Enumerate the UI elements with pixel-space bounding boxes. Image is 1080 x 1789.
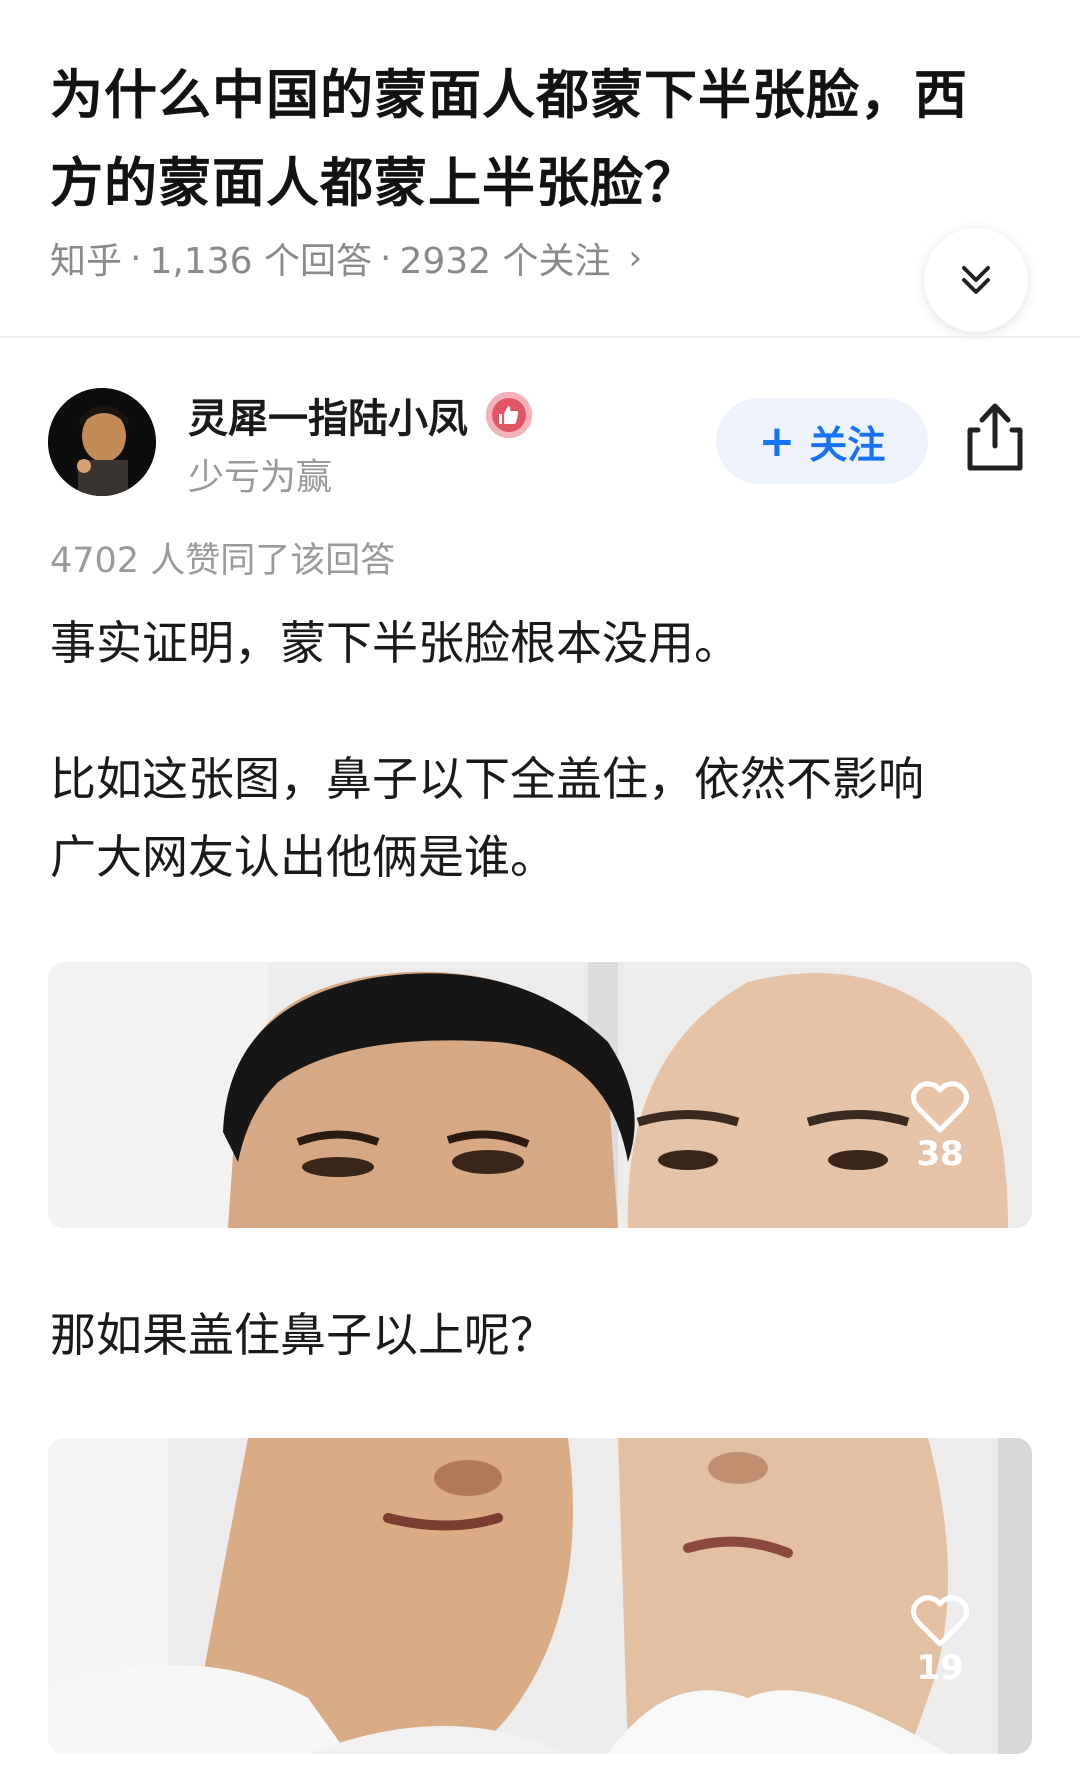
image-like[interactable]: 38 bbox=[910, 1080, 970, 1174]
follow-button[interactable]: + 关注 bbox=[716, 398, 928, 484]
double-chevron-down-icon bbox=[962, 266, 990, 294]
answer-paragraph: 比如这张图，鼻子以下全盖住，依然不影响 广大网友认出他俩是谁。 bbox=[50, 740, 1030, 896]
photo-two-men-lower-faces bbox=[48, 1438, 1032, 1754]
question-title: 为什么中国的蒙面人都蒙下半张脸，西 方的蒙面人都蒙上半张脸？ bbox=[50, 52, 1030, 228]
answer-count: 1,136 个回答 bbox=[149, 241, 372, 282]
image-like-count: 38 bbox=[916, 1134, 964, 1174]
follow-label: 关注 bbox=[809, 422, 886, 467]
author-bio: 少亏为赢 bbox=[188, 457, 333, 498]
author-name[interactable]: 灵犀一指陆小凤 bbox=[188, 386, 532, 444]
question-title-line2: 方的蒙面人都蒙上半张脸？ bbox=[50, 153, 698, 214]
answer-image-upper-faces[interactable]: 38 bbox=[48, 962, 1032, 1228]
avatar[interactable] bbox=[48, 388, 156, 496]
answer-paragraph: 事实证明，蒙下半张脸根本没用。 bbox=[50, 616, 740, 670]
answer-image-lower-faces[interactable]: 19 bbox=[48, 1438, 1032, 1754]
share-button[interactable] bbox=[964, 400, 1026, 474]
heart-icon bbox=[910, 1081, 970, 1133]
source-label: 知乎 bbox=[50, 241, 123, 282]
share-icon bbox=[967, 403, 1023, 471]
heart-icon bbox=[910, 1595, 970, 1647]
divider bbox=[0, 336, 1080, 338]
thumbs-up-badge-icon bbox=[486, 392, 532, 438]
avatar-image bbox=[48, 388, 156, 496]
photo-two-men-upper-faces bbox=[48, 962, 1032, 1228]
follower-count: 2932 个关注 bbox=[399, 241, 611, 282]
meta-separator: · bbox=[379, 237, 392, 279]
collapse-button[interactable] bbox=[924, 228, 1028, 332]
chevron-right-icon: › bbox=[628, 238, 643, 278]
image-like-count: 19 bbox=[916, 1648, 964, 1688]
plus-icon: + bbox=[758, 415, 796, 467]
author-name-text: 灵犀一指陆小凤 bbox=[188, 396, 468, 442]
answer-paragraph-line: 广大网友认出他俩是谁。 bbox=[50, 830, 556, 884]
answer-paragraph: 那如果盖住鼻子以上呢？ bbox=[50, 1308, 556, 1362]
answer-paragraph-line: 比如这张图，鼻子以下全盖住，依然不影响 bbox=[50, 752, 924, 806]
vote-count: 4702 人赞同了该回答 bbox=[50, 541, 396, 581]
image-like[interactable]: 19 bbox=[910, 1594, 970, 1688]
question-title-line1: 为什么中国的蒙面人都蒙下半张脸，西 bbox=[50, 65, 968, 126]
meta-separator: · bbox=[130, 237, 142, 279]
question-meta[interactable]: 知乎 · 1,136 个回答 · 2932 个关注 › bbox=[50, 232, 642, 284]
